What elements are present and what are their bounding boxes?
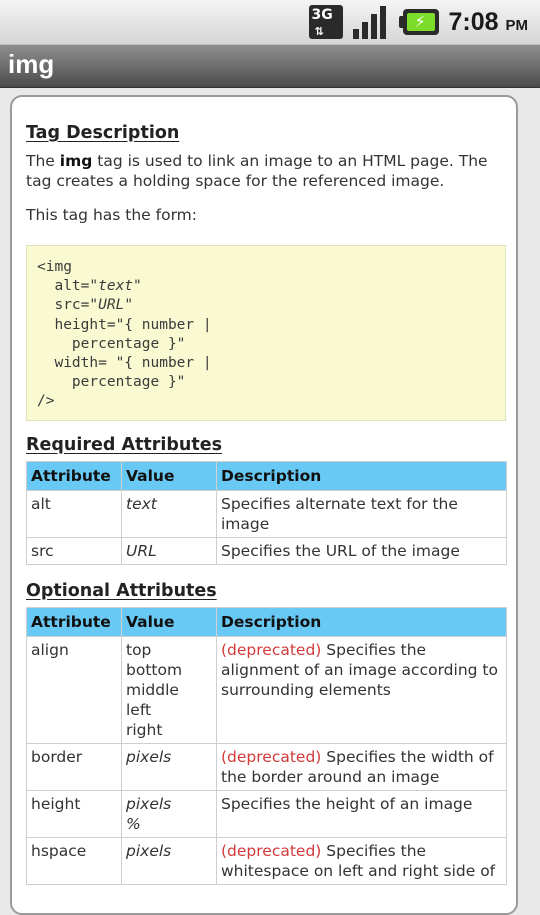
desc-tag-name: img: [59, 152, 93, 170]
description-cell: (deprecated) Specifies the whitespace on…: [216, 837, 507, 885]
content-card[interactable]: Tag Description The img tag is used to l…: [10, 95, 518, 915]
deprecated-label: (deprecated): [221, 842, 322, 860]
clock: 7:08 PM: [449, 8, 529, 37]
description-cell: (deprecated) Specifies the width of the …: [216, 743, 507, 791]
desc-suffix: tag is used to link an image to an HTML …: [26, 152, 488, 190]
description-cell: (deprecated) Specifies the alignment of …: [216, 636, 507, 744]
title-bar: img: [0, 45, 540, 88]
description-cell: Specifies alternate text for the image: [216, 490, 507, 538]
clock-time: 7:08: [448, 7, 499, 36]
attribute-cell: alt: [26, 490, 122, 538]
table-row: height pixels% Specifies the height of a…: [26, 790, 507, 838]
tag-description-text: The img tag is used to link an image to …: [26, 151, 506, 191]
attribute-cell: src: [26, 537, 122, 565]
network-type-label: 3G: [311, 7, 333, 23]
header-description: Description: [216, 607, 507, 637]
description-cell: Specifies the height of an image: [216, 790, 507, 838]
table-row: align top bottom middle left right (deprecat…: [26, 636, 507, 744]
value-cell: pixels: [121, 837, 217, 885]
deprecated-label: (deprecated): [221, 748, 322, 766]
table-row: hspace pixels (deprecated) Specifies the…: [26, 837, 507, 885]
required-attributes-heading: Required Attributes: [26, 435, 222, 455]
attribute-cell: border: [26, 743, 122, 791]
header-attribute: Attribute: [26, 461, 122, 491]
value-cell: top bottom middle left right: [121, 636, 217, 744]
battery-charging-icon: ⚡: [398, 9, 439, 35]
page-title: img: [8, 49, 55, 79]
content-body: Tag Description The img tag is used to l…: [26, 123, 507, 885]
optional-attributes-table: Attribute Value Description align top bot…: [26, 607, 507, 885]
status-bar: 3G ⇅ ⚡ 7:08 PM: [0, 0, 540, 45]
header-value: Value: [121, 607, 217, 637]
table-header-row: Attribute Value Description: [26, 461, 507, 491]
table-row: alt text Specifies alternate text for th…: [26, 490, 507, 538]
optional-attributes-heading: Optional Attributes: [26, 581, 217, 601]
desc-prefix: The: [26, 152, 60, 170]
value-cell: pixels%: [121, 790, 217, 838]
header-attribute: Attribute: [26, 607, 122, 637]
clock-ampm: PM: [505, 16, 529, 34]
tag-description-heading: Tag Description: [26, 123, 180, 143]
table-header-row: Attribute Value Description: [26, 607, 507, 637]
required-attributes-table: Attribute Value Description alt text Spe…: [26, 461, 507, 565]
signal-strength-icon: [352, 5, 389, 39]
value-cell: text: [121, 490, 217, 538]
description-cell: Specifies the URL of the image: [216, 537, 507, 565]
value-cell: pixels: [121, 743, 217, 791]
header-value: Value: [121, 461, 217, 491]
3g-network-icon: 3G ⇅: [308, 5, 343, 39]
code-block: <img alt="text" src="URL" height="{ numb…: [26, 245, 506, 421]
table-row: src URL Specifies the URL of the image: [26, 537, 507, 565]
attribute-cell: height: [26, 790, 122, 838]
attribute-cell: align: [26, 636, 122, 744]
deprecated-label: (deprecated): [221, 641, 322, 659]
table-row: border pixels (deprecated) Specifies the…: [26, 743, 507, 791]
form-intro: This tag has the form:: [26, 206, 197, 224]
header-description: Description: [216, 461, 507, 491]
value-cell: URL: [121, 537, 217, 565]
attribute-cell: hspace: [26, 837, 122, 885]
